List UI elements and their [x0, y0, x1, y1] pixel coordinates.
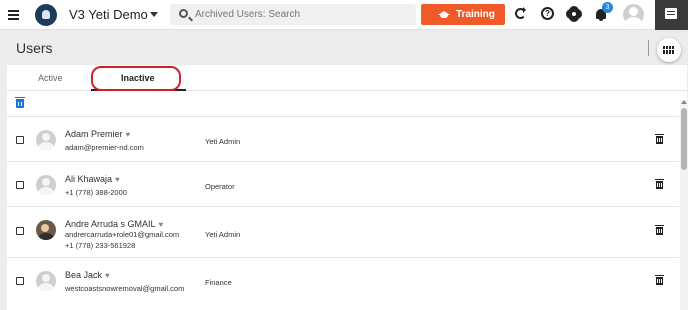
- view-toggle-button[interactable]: [657, 38, 681, 62]
- user-email: andrercarruda+role01@gmail.com: [65, 230, 180, 239]
- heart-icon[interactable]: ♥: [126, 130, 131, 139]
- row-checkbox[interactable]: [16, 181, 24, 189]
- user-name: Bea Jack ♥: [65, 270, 110, 280]
- list-item[interactable]: Adam Premier ♥ adam@premier-nd.com Yeti A…: [7, 116, 679, 161]
- user-name: Andre Arruda s GMAIL ♥: [65, 219, 164, 229]
- avatar: [36, 175, 56, 195]
- list-item[interactable]: Andre Arruda s GMAIL ♥ andrercarruda+role…: [7, 206, 679, 257]
- list-item[interactable]: Bea Jack ♥ westcoastsnowremoval@gmail.com…: [7, 257, 679, 302]
- page-title: Users: [16, 40, 53, 56]
- scroll-up-arrow-icon[interactable]: [681, 100, 687, 104]
- divider: [648, 40, 649, 56]
- user-role: Operator: [205, 182, 235, 191]
- user-role: Yeti Admin: [205, 137, 241, 146]
- heart-icon[interactable]: ♥: [115, 175, 120, 184]
- chevron-down-icon[interactable]: [150, 12, 158, 17]
- users-card: Active Inactive Adam Premier ♥ adam@premi…: [7, 65, 687, 310]
- search-input[interactable]: [195, 6, 410, 23]
- scroll-thumb[interactable]: [681, 108, 687, 170]
- gear-icon[interactable]: [568, 8, 580, 20]
- heart-icon[interactable]: ♥: [159, 220, 164, 229]
- training-button[interactable]: Training: [421, 4, 505, 25]
- user-list: Adam Premier ♥ adam@premier-nd.com Yeti A…: [7, 116, 679, 302]
- user-phone: +1 (778) 233-561928: [65, 241, 136, 250]
- app-title[interactable]: V3 Yeti Demo: [69, 7, 148, 22]
- avatar: [36, 271, 56, 291]
- top-bar: V3 Yeti Demo Training ? 3: [0, 0, 688, 30]
- delete-icon[interactable]: [655, 225, 664, 235]
- user-role: Yeti Admin: [205, 230, 241, 239]
- avatar-head: [629, 7, 638, 16]
- refresh-icon[interactable]: [515, 7, 526, 19]
- help-icon[interactable]: ?: [541, 7, 554, 20]
- user-contact: westcoastsnowremoval@gmail.com: [65, 284, 185, 293]
- tab-bar: Active Inactive: [7, 65, 687, 91]
- chat-icon: [665, 8, 677, 19]
- scrollbar[interactable]: [680, 100, 688, 310]
- heart-icon[interactable]: ♥: [105, 271, 110, 280]
- grid-view-icon: [663, 46, 675, 54]
- delete-icon[interactable]: [655, 179, 664, 189]
- chat-button[interactable]: [655, 0, 688, 30]
- tab-underline: [91, 89, 186, 91]
- avatar: [36, 220, 56, 240]
- user-name: Ali Khawaja ♥: [65, 174, 120, 184]
- row-checkbox[interactable]: [16, 136, 24, 144]
- yeti-logo[interactable]: [35, 4, 57, 26]
- graduation-cap-icon: [438, 11, 450, 18]
- tab-inactive[interactable]: Inactive: [121, 65, 155, 91]
- search-icon: [179, 9, 188, 18]
- user-contact: +1 (778) 388-2000: [65, 188, 127, 197]
- menu-icon[interactable]: [6, 6, 22, 22]
- notification-badge: 3: [602, 2, 613, 13]
- avatar: [36, 130, 56, 150]
- user-contact: adam@premier-nd.com: [65, 143, 144, 152]
- delete-icon[interactable]: [655, 134, 664, 144]
- list-item[interactable]: Ali Khawaja ♥ +1 (778) 388-2000 Operator: [7, 161, 679, 206]
- search-bar: [170, 4, 416, 25]
- delete-icon[interactable]: [655, 275, 664, 285]
- row-checkbox[interactable]: [16, 227, 24, 235]
- row-checkbox[interactable]: [16, 277, 24, 285]
- tab-active[interactable]: Active: [38, 65, 63, 91]
- user-name: Adam Premier ♥: [65, 129, 131, 139]
- avatar-body: [625, 17, 642, 25]
- training-label: Training: [456, 9, 495, 20]
- user-role: Finance: [205, 278, 232, 287]
- user-avatar[interactable]: [623, 4, 644, 25]
- bulk-delete-icon[interactable]: [15, 97, 25, 108]
